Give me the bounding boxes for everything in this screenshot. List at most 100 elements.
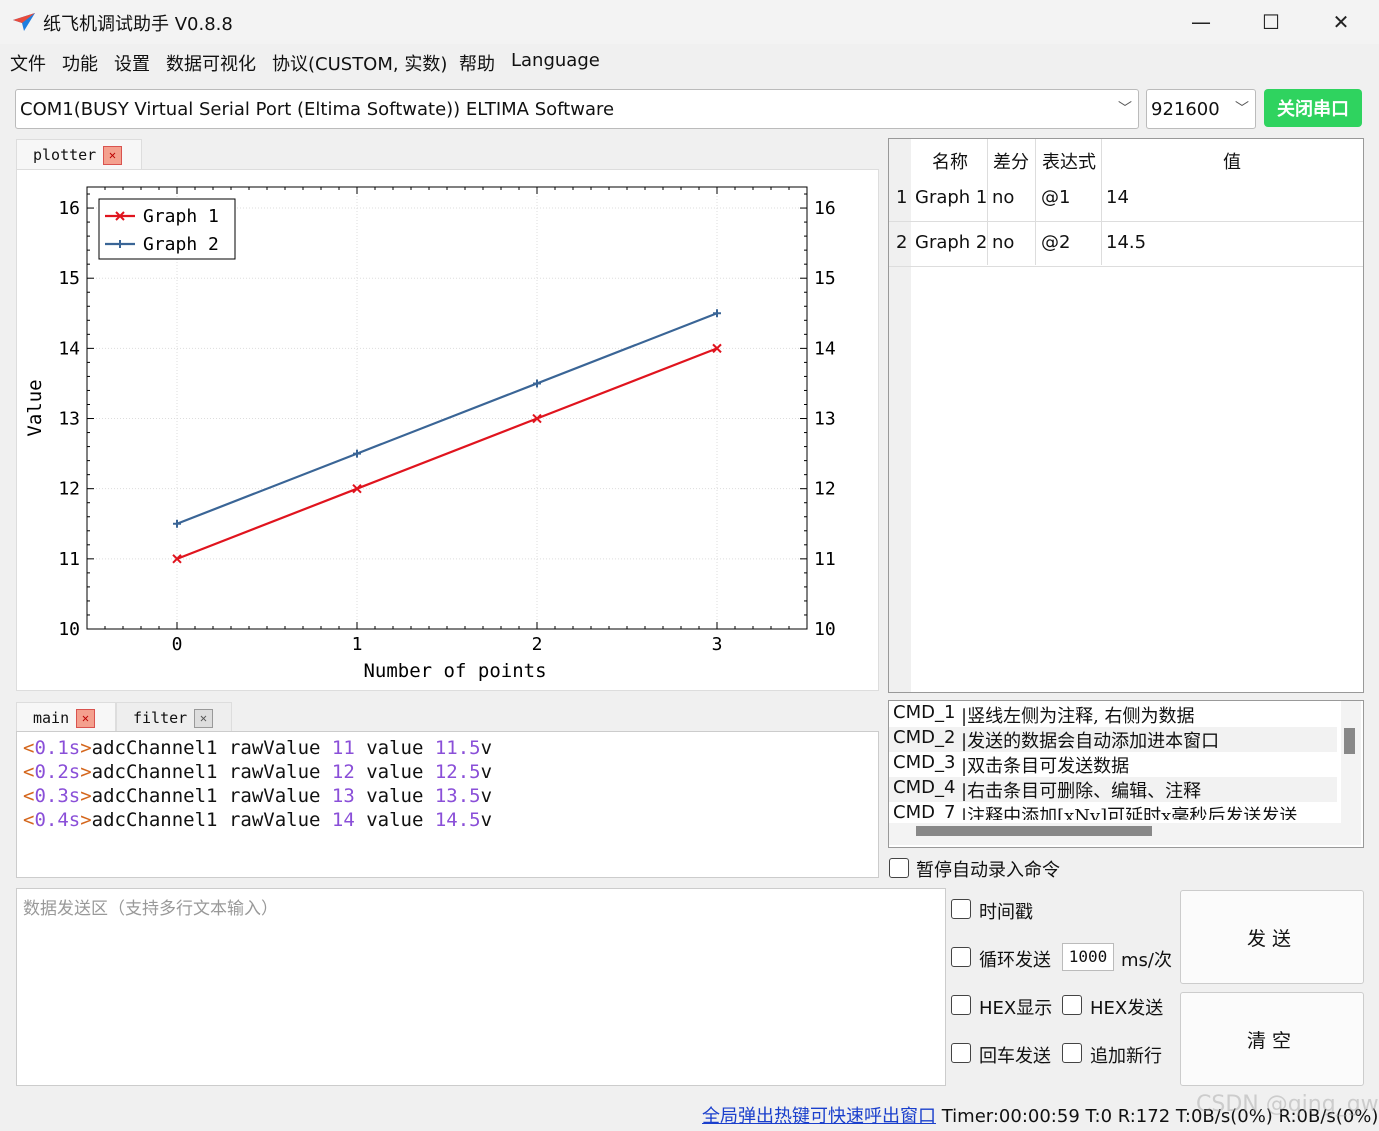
y-tick-label: 15	[58, 268, 80, 289]
menu-function[interactable]: 功能	[62, 50, 98, 76]
command-list: CMD_1 |竖线左侧为注释, 右侧为数据 CMD_2 |发送的数据会自动添加进本窗…	[888, 700, 1364, 848]
col-header-expr[interactable]: 表达式	[1042, 148, 1096, 174]
y-tick-label: 11	[58, 549, 80, 570]
cmd-name: CMD_7	[893, 802, 956, 820]
maximize-icon: ☐	[1262, 10, 1280, 34]
x-tick-label: 3	[712, 634, 723, 655]
y-tick-label: 10	[58, 619, 80, 640]
hotkey-link[interactable]: 全局弹出热键可快速呼出窗口	[702, 1106, 936, 1127]
counts-text: T:0 R:172	[1085, 1106, 1171, 1127]
series-line	[176, 347, 718, 560]
x-tick-label: 1	[352, 634, 363, 655]
baud-select[interactable]: 921600 ﹀	[1146, 89, 1256, 129]
data-point	[353, 449, 361, 458]
scrollbar-thumb[interactable]	[1344, 728, 1355, 754]
row-value: 14.5	[1106, 232, 1147, 253]
list-item[interactable]: CMD_1 |竖线左侧为注释, 右侧为数据	[889, 702, 1337, 727]
col-header-diff[interactable]: 差分	[993, 148, 1029, 174]
tab-plotter-label: plotter	[33, 146, 97, 164]
pause-auto-record-checkbox[interactable]	[889, 858, 909, 878]
menu-file[interactable]: 文件	[10, 50, 46, 76]
send-button[interactable]: 发送	[1180, 890, 1364, 984]
tab-filter[interactable]: filter ✕	[116, 702, 232, 733]
minimize-icon: —	[1191, 10, 1211, 34]
plot-panel: 0 1 2 3 10 10 11 11 12 12 13 13 14 14 15 15 16 16 Number o…	[16, 169, 879, 691]
col-header-value[interactable]: 值	[1223, 148, 1241, 174]
menu-settings[interactable]: 设置	[114, 50, 150, 76]
port-select-value: COM1(BUSY Virtual Serial Port (Eltima So…	[20, 99, 615, 120]
log-line: <0.1s>adcChannel1 rawValue 11 value 11.5…	[23, 737, 493, 759]
legend-label: Graph 1	[143, 206, 219, 227]
y-tick-label: 14	[58, 338, 80, 359]
hex-send-label: HEX发送	[1090, 998, 1164, 1019]
list-item[interactable]: CMD_4 |右击条目可删除、编辑、注释	[889, 777, 1337, 802]
loop-send-label: 循环发送	[979, 950, 1051, 971]
close-port-button[interactable]: 关闭串口	[1264, 89, 1362, 127]
y-tick-label-right: 12	[814, 479, 836, 500]
row-name: Graph 1	[915, 187, 988, 208]
cmd-name: CMD_2	[893, 727, 956, 748]
title-bar: 纸飞机调试助手 V0.8.8 — ☐ ✕	[0, 0, 1379, 44]
x-tick-label: 2	[532, 634, 543, 655]
close-tab-icon[interactable]: ✕	[103, 146, 122, 165]
variable-table: 名称 差分 表达式 值 1 Graph 1 no @1 14 2 Graph 2…	[888, 138, 1364, 693]
timestamp-checkbox[interactable]	[951, 899, 971, 919]
data-point	[533, 379, 541, 388]
clear-button[interactable]: 清空	[1180, 992, 1364, 1086]
x-axis-label: Number of points	[363, 660, 546, 682]
menu-bar: 文件 功能 设置 数据可视化 协议(CUSTOM, 实数) 帮助 Languag…	[0, 44, 1379, 78]
watermark: CSDN @qing_gw	[1196, 1092, 1379, 1117]
append-newline-checkbox[interactable]	[1062, 1043, 1082, 1063]
y-tick-label: 16	[58, 198, 80, 219]
list-item[interactable]: CMD_3 |双击条目可发送数据	[889, 752, 1337, 777]
receive-log[interactable]: <0.1s>adcChannel1 rawValue 11 value 11.5…	[16, 731, 879, 878]
send-textarea[interactable]: 数据发送区（支持多行文本输入）	[16, 888, 946, 1086]
col-header-name[interactable]: 名称	[932, 148, 968, 174]
table-row[interactable]: 2 Graph 2 no @2 14.5	[889, 222, 1363, 267]
cmd-name: CMD_3	[893, 752, 956, 773]
hex-send-checkbox[interactable]	[1062, 995, 1082, 1015]
cmd-text: |注释中添加[xNy]可延时x毫秒后发送发送	[961, 806, 1298, 820]
timer-text: Timer:00:00:59	[941, 1106, 1080, 1127]
log-line: <0.3s>adcChannel1 rawValue 13 value 13.5…	[23, 785, 493, 807]
minimize-button[interactable]: —	[1166, 0, 1236, 44]
row-expr: @2	[1041, 232, 1071, 253]
loop-unit-label: ms/次	[1121, 950, 1172, 971]
data-point	[713, 309, 721, 318]
menu-visualization[interactable]: 数据可视化	[166, 50, 256, 76]
row-expr: @1	[1041, 187, 1071, 208]
loop-interval-input[interactable]: 1000	[1062, 943, 1114, 971]
row-index: 2	[896, 232, 908, 253]
baud-select-value: 921600	[1151, 99, 1220, 120]
cr-send-checkbox[interactable]	[951, 1043, 971, 1063]
horizontal-scrollbar[interactable]	[889, 823, 1361, 845]
log-line: <0.2s>adcChannel1 rawValue 12 value 12.5…	[23, 761, 493, 783]
list-item[interactable]: CMD_2 |发送的数据会自动添加进本窗口	[889, 727, 1337, 752]
row-diff: no	[992, 187, 1015, 208]
tab-plotter[interactable]: plotter ✕	[16, 139, 142, 170]
menu-language[interactable]: Language	[511, 50, 600, 71]
close-icon: ✕	[1332, 10, 1350, 34]
vertical-scrollbar[interactable]	[1341, 701, 1361, 823]
cmd-name: CMD_1	[893, 702, 956, 723]
hex-display-checkbox[interactable]	[951, 995, 971, 1015]
scrollbar-thumb[interactable]	[916, 826, 1152, 836]
x-tick-label: 0	[172, 634, 183, 655]
chevron-down-icon: ﹀	[1235, 101, 1249, 117]
y-tick-label: 13	[58, 409, 80, 430]
y-tick-label-right: 16	[814, 198, 836, 219]
close-tab-icon[interactable]: ✕	[194, 709, 213, 728]
cmd-text: |竖线左侧为注释, 右侧为数据	[961, 706, 1195, 727]
close-tab-icon[interactable]: ✕	[76, 709, 95, 728]
menu-protocol[interactable]: 协议(CUSTOM, 实数)	[272, 50, 447, 76]
list-item[interactable]: CMD_7 |注释中添加[xNy]可延时x毫秒后发送发送	[889, 802, 1337, 820]
table-row[interactable]: 1 Graph 1 no @1 14	[889, 177, 1363, 222]
window-title: 纸飞机调试助手 V0.8.8	[43, 14, 233, 35]
loop-send-checkbox[interactable]	[951, 947, 971, 967]
close-window-button[interactable]: ✕	[1306, 0, 1376, 44]
menu-help[interactable]: 帮助	[459, 50, 495, 76]
cmd-text: |发送的数据会自动添加进本窗口	[961, 731, 1220, 752]
tab-main[interactable]: main ✕	[16, 702, 116, 733]
maximize-button[interactable]: ☐	[1236, 0, 1306, 44]
port-select[interactable]: COM1(BUSY Virtual Serial Port (Eltima So…	[15, 89, 1139, 129]
